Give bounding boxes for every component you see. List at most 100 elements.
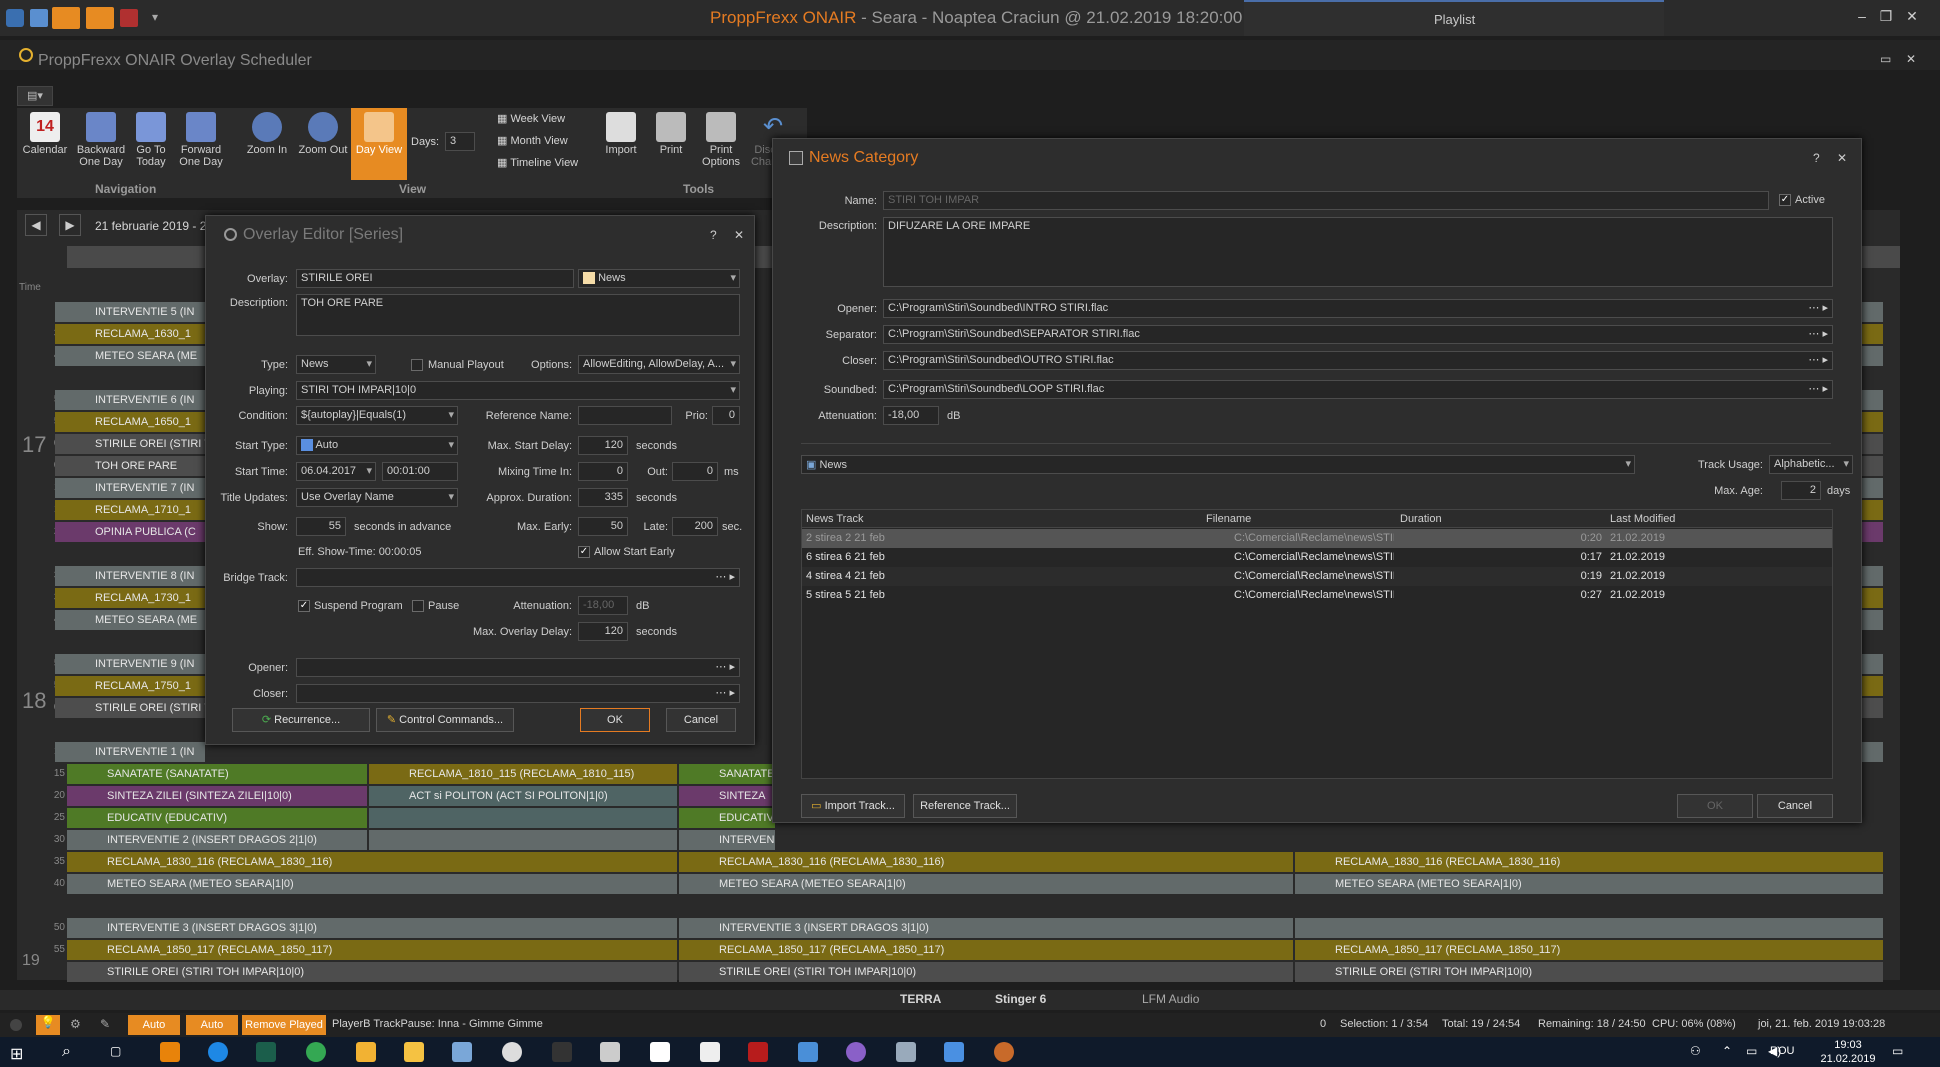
opener-browse-icon[interactable]: ⋯ ▸	[715, 660, 735, 673]
schedule-row[interactable]: ACT si POLITON (ACT SI POLITON|1|0)	[369, 786, 677, 806]
maximize-icon[interactable]: ▭	[1880, 52, 1891, 66]
schedule-row[interactable]: INTERVENTIE 2 (INSERT DRAGOS 2|1|0)	[67, 830, 367, 850]
windows-start-icon[interactable]: ⊞	[10, 1044, 23, 1064]
news-closer-browse-icon[interactable]: ⋯ ▸	[1808, 353, 1828, 366]
import-button[interactable]: Import	[593, 108, 649, 180]
max-early-spinner[interactable]: 50	[578, 517, 628, 536]
schedule-row[interactable]: TOH ORE PARE	[55, 456, 205, 476]
overlay-attenuation-field[interactable]: -18,00	[578, 596, 628, 615]
schedule-row[interactable]: RECLAMA_1830_116 (RECLAMA_1830_116)	[1295, 852, 1883, 872]
terminal-icon[interactable]	[552, 1042, 572, 1062]
schedule-row[interactable]: METEO SEARA (ME	[55, 610, 205, 630]
quick-access-icon[interactable]	[30, 9, 48, 27]
print-options-button[interactable]: Print Options	[693, 108, 749, 180]
restore-icon[interactable]: ❐	[1876, 8, 1896, 28]
overlay-field[interactable]: STIRILE OREI	[296, 269, 574, 288]
playing-select[interactable]: STIRI TOH IMPAR|10|0	[296, 381, 740, 400]
overlay-cancel-button[interactable]: Cancel	[666, 708, 736, 732]
language-indicator[interactable]: ROU	[1770, 1045, 1794, 1057]
pause-checkbox[interactable]	[412, 600, 424, 612]
schedule-row[interactable]: STIRILE OREI (STIRI TOH IMPAR|10|0)	[679, 962, 1293, 982]
music-icon[interactable]	[846, 1042, 866, 1062]
overlay-close-icon[interactable]: ✕	[734, 228, 744, 242]
prio-spinner[interactable]: 0	[712, 406, 740, 425]
notepad-icon[interactable]	[452, 1042, 472, 1062]
schedule-row[interactable]: METEO SEARA (METEO SEARA|1|0)	[67, 874, 677, 894]
tray-chevron-icon[interactable]: ⌃	[1722, 1044, 1732, 1058]
soundbed-field[interactable]: C:\Program\Stiri\Soundbed\LOOP STIRI.fla…	[883, 380, 1833, 399]
schedule-row[interactable]: INTERVENTIE 8 (IN	[55, 566, 205, 586]
col-last-modified[interactable]: Last Modified	[1606, 510, 1832, 528]
col-news-track[interactable]: News Track	[802, 510, 1202, 528]
schedule-row[interactable]: RECLAMA_1630_1	[55, 324, 205, 344]
late-spinner[interactable]: 200	[672, 517, 718, 536]
task-view-icon[interactable]: ▢	[110, 1044, 121, 1058]
news-close-icon[interactable]: ✕	[1837, 151, 1847, 165]
clock-time[interactable]: 19:03	[1818, 1039, 1878, 1051]
schedule-row[interactable]: RECLAMA_1730_1	[55, 588, 205, 608]
network-icon[interactable]	[896, 1042, 916, 1062]
track-usage-select[interactable]: Alphabetic...	[1769, 455, 1853, 474]
reference-name-field[interactable]	[578, 406, 672, 425]
vlc-icon[interactable]	[160, 1042, 180, 1062]
news-opener-field[interactable]: C:\Program\Stiri\Soundbed\INTRO STIRI.fl…	[883, 299, 1833, 318]
month-view-button[interactable]: ▦ Month View	[497, 134, 568, 147]
allow-start-early-checkbox[interactable]: ✓	[578, 546, 590, 558]
options-select[interactable]: AllowEditing, AllowDelay, A...	[578, 355, 740, 374]
bulb-icon[interactable]: 💡	[36, 1015, 60, 1035]
title-updates-select[interactable]: Use Overlay Name	[296, 488, 458, 507]
schedule-row[interactable]: STIRILE OREI (STIRI T	[55, 434, 205, 454]
schedule-row[interactable]: EDUCATIV	[679, 808, 775, 828]
clock-date[interactable]: 21.02.2019	[1810, 1053, 1886, 1065]
filezilla-icon[interactable]	[748, 1042, 768, 1062]
separator-browse-icon[interactable]: ⋯ ▸	[1808, 327, 1828, 340]
customize-chevron-icon[interactable]: ▾	[152, 10, 158, 24]
show-spinner[interactable]: 55	[296, 517, 346, 536]
network-tray-icon[interactable]: ▭	[1746, 1044, 1757, 1058]
calculator-icon[interactable]	[600, 1042, 620, 1062]
auto-icon[interactable]	[52, 7, 80, 29]
control-commands-button[interactable]: ✎ Control Commands...	[376, 708, 514, 732]
active-checkbox[interactable]: ✓	[1779, 194, 1791, 206]
schedule-row[interactable]: RECLAMA_1830_116 (RECLAMA_1830_116)	[67, 852, 677, 872]
schedule-row[interactable]: OPINIA PUBLICA (C	[55, 522, 205, 542]
news-attenuation-spinner[interactable]: -18,00	[883, 406, 939, 425]
schedule-row[interactable]: RECLAMA_1810_115 (RECLAMA_1810_115)	[369, 764, 677, 784]
news-ok-button[interactable]: OK	[1677, 794, 1753, 818]
status-edit-icon[interactable]: ✎	[100, 1017, 110, 1031]
remove-played-button[interactable]: Remove Played	[242, 1015, 326, 1035]
max-age-spinner[interactable]: 2	[1781, 481, 1821, 500]
schedule-row[interactable]: SINTEZA ZILEI (SINTEZA ZILEI|10|0)	[67, 786, 367, 806]
recurrence-button[interactable]: ⟳ Recurrence...	[232, 708, 370, 732]
app-yellow-icon[interactable]	[356, 1042, 376, 1062]
week-view-button[interactable]: ▦ Week View	[497, 112, 565, 125]
news-track-row[interactable]: 5 stirea 5 21 feb C:\Comercial\Reclame\ne…	[802, 586, 1832, 605]
document-icon[interactable]	[700, 1042, 720, 1062]
schedule-row[interactable]: INTERVENTIE 7 (IN	[55, 478, 205, 498]
bridge-track-field[interactable]: ⋯ ▸	[296, 568, 740, 587]
schedule-row[interactable]: INTERVENTIE 1 (IN	[55, 742, 205, 762]
news-closer-field[interactable]: C:\Program\Stiri\Soundbed\OUTRO STIRI.fl…	[883, 351, 1833, 370]
calendar-button[interactable]: 14 Calendar	[17, 108, 73, 180]
record-icon[interactable]	[86, 7, 114, 29]
schedule-row[interactable]: RECLAMA_1710_1	[55, 500, 205, 520]
condition-select[interactable]: ${autoplay}|Equals(1)	[296, 406, 458, 425]
reference-track-button[interactable]: Reference Track...	[913, 794, 1017, 818]
status-tools-icon[interactable]: ⚙	[70, 1017, 81, 1031]
schedule-row[interactable]: INTERVENTIE 5 (IN	[55, 302, 205, 322]
type-select[interactable]: News	[296, 355, 376, 374]
app-blue-icon[interactable]	[208, 1042, 228, 1062]
schedule-row[interactable]: METEO SEARA (METEO SEARA|1|0)	[1295, 874, 1883, 894]
import-track-button[interactable]: ▭ Import Track...	[801, 794, 905, 818]
schedule-row[interactable]: STIRILE OREI (STIRI TOH IMPAR|10|0)	[67, 962, 677, 982]
start-time-field[interactable]: 00:01:00	[382, 462, 458, 481]
auto-button-2[interactable]: Auto	[186, 1015, 238, 1035]
start-date-field[interactable]: 06.04.2017	[296, 462, 376, 481]
notifications-icon[interactable]: ▭	[1892, 1044, 1903, 1058]
manual-playout-checkbox[interactable]	[411, 359, 423, 371]
search-icon[interactable]: ⌕	[62, 1043, 71, 1061]
suspend-program-checkbox[interactable]: ✓	[298, 600, 310, 612]
closer-browse-icon[interactable]: ⋯ ▸	[715, 686, 735, 699]
close-icon[interactable]: ✕	[1902, 8, 1922, 28]
news-track-row[interactable]: 2 stirea 2 21 feb C:\Comercial\Reclame\ne…	[802, 529, 1832, 548]
